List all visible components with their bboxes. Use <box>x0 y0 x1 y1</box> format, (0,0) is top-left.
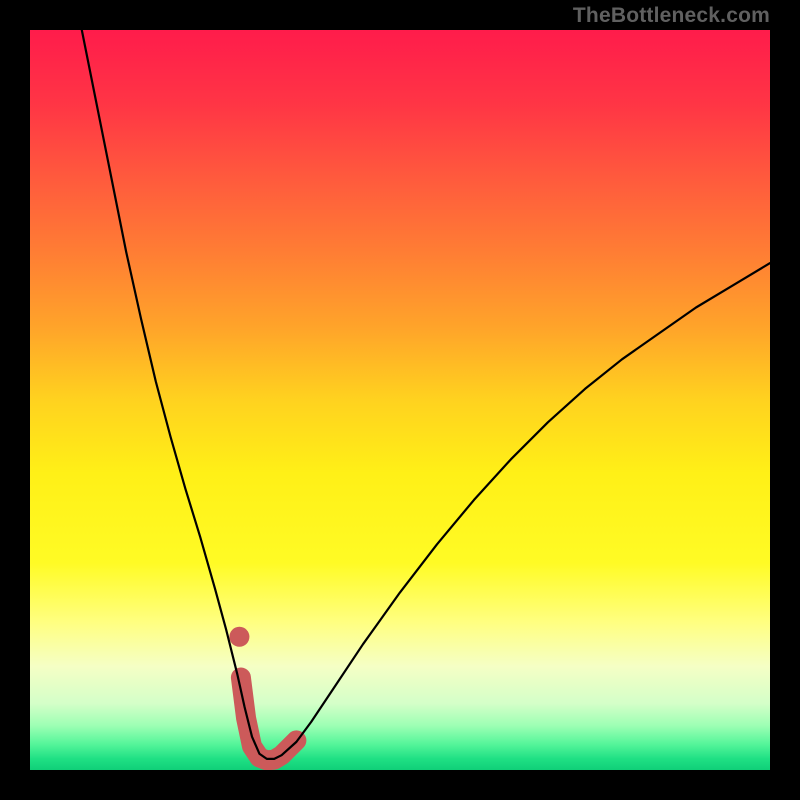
optimum-dot <box>229 627 249 647</box>
chart-background <box>30 30 770 770</box>
bottleneck-chart <box>30 30 770 770</box>
watermark-text: TheBottleneck.com <box>573 4 770 28</box>
chart-frame: TheBottleneck.com <box>0 0 800 800</box>
